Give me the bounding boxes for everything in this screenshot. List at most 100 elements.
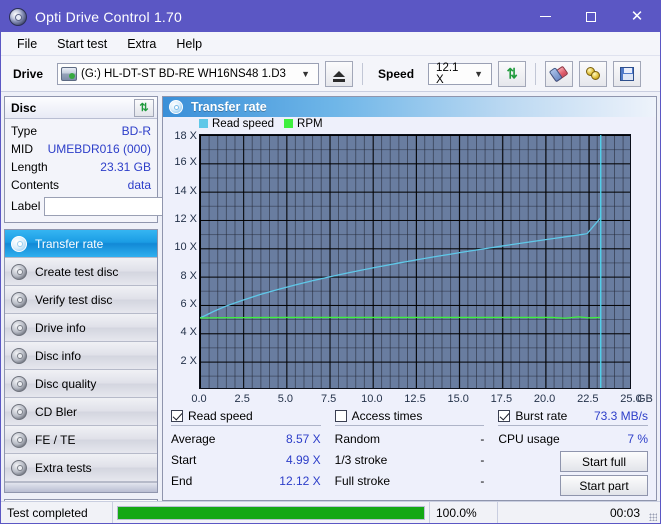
y-tick-12: 12 X [163,213,197,225]
start-value: 4.99 X [286,450,321,471]
stats-col-burst: Burst rate 73.3 MB/s CPU usage 7 % Start… [498,409,648,496]
chevron-down-icon: ▼ [293,69,316,79]
burst-rate-checkbox[interactable] [498,410,510,422]
y-tick-18: 18 X [163,130,197,142]
x-tick-9: 22.5 [577,393,598,405]
sidebar: Disc ⇅ Type BD-R MID UMEBDR016 (000) Len… [1,94,161,501]
toolbar-divider-1 [362,63,363,85]
average-value: 8.57 X [286,429,321,450]
application-window: Opti Drive Control 1.70 ✕ File Start tes… [0,0,661,524]
erase-button[interactable] [545,61,573,87]
sidebar-item-label: Drive info [35,321,86,335]
minimize-button[interactable] [522,1,568,32]
toolbar: Drive (G:) HL-DT-ST BD-RE WH16NS48 1.D3 … [1,56,660,92]
y-tick-6: 6 X [163,298,197,310]
close-button[interactable]: ✕ [614,1,660,32]
disc-icon [11,376,27,392]
resize-grip[interactable] [646,502,660,524]
nav-filler [5,482,157,492]
speed-select[interactable]: 12.1 X ▼ [428,63,492,85]
average-label: Average [171,429,215,450]
disc-type-value: BD-R [122,122,151,140]
disc-mid-value: UMEBDR016 (000) [48,140,151,158]
x-tick-5: 12.5 [404,393,425,405]
quality-button[interactable] [579,61,607,87]
sidebar-item-label: FE / TE [35,433,75,447]
speed-label: Speed [372,67,422,81]
burst-rate-label: Burst rate [515,409,567,423]
disc-icon [11,404,27,420]
floppy-save-icon [620,67,634,81]
status-message: Test completed [1,502,113,524]
sidebar-item-cd-bler[interactable]: CD Bler [5,398,157,426]
sidebar-item-extra-tests[interactable]: Extra tests [5,454,157,482]
legend-label-rpm: RPM [297,118,323,130]
disc-row-mid: MID UMEBDR016 (000) [11,140,151,158]
burst-rate-header: Burst rate 73.3 MB/s [498,409,648,426]
refresh-icon: ⇅ [507,65,518,83]
disc-length-label: Length [11,158,48,176]
y-tick-16: 16 X [163,156,197,168]
chart-legend: Read speed RPM [199,118,329,130]
content-title: Transfer rate [191,100,267,114]
sidebar-item-drive-info[interactable]: Drive info [5,314,157,342]
read-speed-header: Read speed [171,409,321,426]
access-times-checkbox[interactable] [335,410,347,422]
disc-icon [169,100,183,114]
random-label: Random [335,429,380,450]
menu-item-extra[interactable]: Extra [117,34,166,54]
title-bar: Opti Drive Control 1.70 ✕ [1,1,660,32]
save-button[interactable] [613,61,641,87]
sidebar-item-disc-quality[interactable]: Disc quality [5,370,157,398]
sidebar-item-transfer-rate[interactable]: Transfer rate [5,230,157,258]
end-value: 12.12 X [279,471,320,492]
eject-button[interactable] [325,61,353,87]
sidebar-item-disc-info[interactable]: Disc info [5,342,157,370]
progress-cell [113,502,430,524]
disc-row-length: Length 23.31 GB [11,158,151,176]
progress-bar-fill [118,507,424,519]
sidebar-item-verify-test-disc[interactable]: Verify test disc [5,286,157,314]
progress-bar [117,506,425,520]
stat-row-full-stroke: Full stroke - [335,471,485,492]
menu-item-start-test[interactable]: Start test [47,34,117,54]
menu-item-file[interactable]: File [7,34,47,54]
y-tick-4: 4 X [163,326,197,338]
disc-type-label: Type [11,122,37,140]
stats-col-access-times: Access times Random - 1/3 stroke - Full … [335,409,485,496]
sidebar-item-fe-te[interactable]: FE / TE [5,426,157,454]
start-part-button[interactable]: Start part [560,475,648,496]
speed-select-value: 12.1 X [432,62,466,86]
drive-select[interactable]: (G:) HL-DT-ST BD-RE WH16NS48 1.D3 ▼ [57,63,319,85]
sidebar-item-label: Disc quality [35,377,96,391]
chart-x-unit-label: GB [637,393,653,405]
sidebar-item-label: Create test disc [35,265,118,279]
start-full-button[interactable]: Start full [560,451,648,472]
stat-row-end: End 12.12 X [171,471,321,492]
disc-icon [11,432,27,448]
window-title: Opti Drive Control 1.70 [35,9,182,25]
full-stroke-value: - [480,471,484,492]
close-icon: ✕ [631,9,644,24]
maximize-button[interactable] [568,1,614,32]
sidebar-item-label: Transfer rate [35,237,103,251]
series-read-speed [200,217,601,317]
status-bar: Test completed 100.0% 00:03 [1,501,660,523]
chevron-down-icon: ▼ [466,69,489,79]
disc-length-value: 23.31 GB [100,158,151,176]
body: Disc ⇅ Type BD-R MID UMEBDR016 (000) Len… [1,94,660,501]
read-speed-checkbox[interactable] [171,410,183,422]
disc-label-caption: Label [11,199,40,213]
nav-list: Transfer rate Create test disc Verify te… [4,229,158,493]
disc-refresh-button[interactable]: ⇅ [134,99,154,117]
x-tick-1: 2.5 [235,393,250,405]
third-stroke-value: - [480,450,484,471]
x-tick-6: 15.0 [447,393,468,405]
toolbar-divider-2 [535,63,536,85]
chart-y-axis: 2 X 4 X 6 X 8 X 10 X 12 X 14 X 16 X 18 X [163,134,197,389]
chart-plot-area [199,134,631,389]
menu-item-help[interactable]: Help [166,34,212,54]
disc-panel-title: Disc [11,101,36,115]
refresh-button[interactable]: ⇅ [498,61,526,87]
sidebar-item-create-test-disc[interactable]: Create test disc [5,258,157,286]
